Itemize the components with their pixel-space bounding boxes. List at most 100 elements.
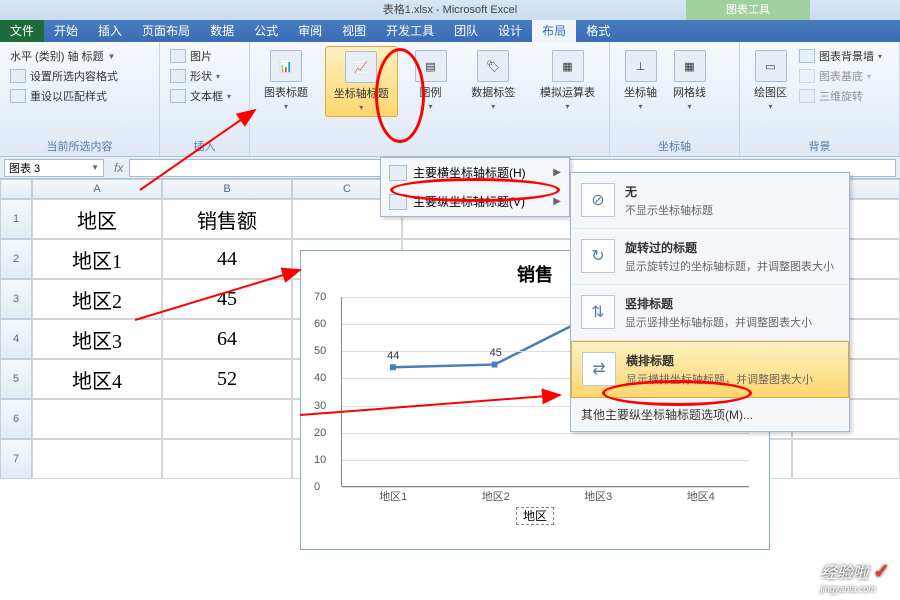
row-header[interactable]: 4 <box>0 319 32 359</box>
flyout-none-title: 无 <box>625 183 713 200</box>
format-selection-label: 设置所选内容格式 <box>30 68 118 84</box>
select-all-corner[interactable] <box>0 179 32 199</box>
cell[interactable]: 地区4 <box>32 359 162 399</box>
axis-titles-icon: 📈 <box>345 51 377 83</box>
chart-wall-button[interactable]: 图表背景墙▾ <box>795 46 886 66</box>
shapes-icon <box>170 69 186 83</box>
insert-textbox-button[interactable]: 文本框▾ <box>166 86 243 106</box>
cell[interactable] <box>32 439 162 479</box>
format-selection-button[interactable]: 设置所选内容格式 <box>6 66 153 86</box>
gridlines-icon: ▦ <box>674 50 706 82</box>
chevron-down-icon: ▾ <box>359 103 363 112</box>
axis-titles-button[interactable]: 📈坐标轴标题▾ <box>325 46 398 117</box>
rotation-3d-button[interactable]: 三维旋转 <box>795 86 886 106</box>
chevron-down-icon: ▾ <box>768 102 772 111</box>
chart-title-button[interactable]: 📊 图表标题 ▾ <box>256 46 316 115</box>
legend-button[interactable]: ▤图例▾ <box>407 46 455 115</box>
fx-label[interactable]: fx <box>108 161 129 175</box>
flyout-vertical[interactable]: ⇅ 竖排标题 显示竖排坐标轴标题，并调整图表大小 <box>571 285 849 341</box>
flyout-rotated[interactable]: ↻ 旋转过的标题 显示旋转过的坐标轴标题，并调整图表大小 <box>571 229 849 285</box>
tab-page-layout[interactable]: 页面布局 <box>132 19 200 42</box>
submenu-vertical-axis-title[interactable]: 主要纵坐标轴标题(V) ▶ <box>381 187 569 216</box>
col-header[interactable]: B <box>162 179 292 199</box>
data-table-button[interactable]: ▦模拟运算表▾ <box>532 46 603 115</box>
tab-home[interactable]: 开始 <box>44 19 88 42</box>
col-header[interactable]: A <box>32 179 162 199</box>
cell[interactable]: 45 <box>162 279 292 319</box>
tab-format[interactable]: 格式 <box>576 19 620 42</box>
plot-area-icon: ▭ <box>755 50 787 82</box>
cell[interactable] <box>792 439 900 479</box>
reset-style-button[interactable]: 重设以匹配样式 <box>6 86 153 106</box>
selection-dropdown[interactable]: 水平 (类别) 轴 标题 ▼ <box>6 46 153 66</box>
tab-review[interactable]: 审阅 <box>288 19 332 42</box>
tab-design[interactable]: 设计 <box>488 19 532 42</box>
cell[interactable]: 地区1 <box>32 239 162 279</box>
chart-wall-icon <box>799 49 815 63</box>
cell[interactable]: 地区2 <box>32 279 162 319</box>
cell[interactable] <box>32 399 162 439</box>
tab-data[interactable]: 数据 <box>200 19 244 42</box>
row-header[interactable]: 2 <box>0 239 32 279</box>
window-title: 表格1.xlsx - Microsoft Excel <box>383 4 517 16</box>
flyout-vertical-desc: 显示竖排坐标轴标题，并调整图表大小 <box>625 314 812 330</box>
cell[interactable] <box>162 439 292 479</box>
flyout-rotated-desc: 显示旋转过的坐标轴标题，并调整图表大小 <box>625 258 834 274</box>
legend-label: 图例 <box>420 84 442 100</box>
row-header[interactable]: 3 <box>0 279 32 319</box>
group-insert-label: 插入 <box>166 136 243 154</box>
picture-icon <box>170 49 186 63</box>
chevron-down-icon: ▾ <box>867 72 871 81</box>
tab-layout[interactable]: 布局 <box>532 19 576 42</box>
cell[interactable]: 地区3 <box>32 319 162 359</box>
group-selection-label: 当前所选内容 <box>6 136 153 154</box>
cell[interactable]: 64 <box>162 319 292 359</box>
rotation-3d-label: 三维旋转 <box>819 88 863 104</box>
gridlines-button[interactable]: ▦网格线▾ <box>665 46 714 115</box>
tab-file[interactable]: 文件 <box>0 19 44 42</box>
plot-area-button[interactable]: ▭绘图区▾ <box>746 46 795 115</box>
ribbon-tabs: 文件 开始 插入 页面布局 数据 公式 审阅 视图 开发工具 团队 设计 布局 … <box>0 20 900 42</box>
chart-tools-label: 图表工具 <box>686 0 810 20</box>
flyout-none[interactable]: ⊘ 无 不显示坐标轴标题 <box>571 173 849 229</box>
row-header[interactable]: 7 <box>0 439 32 479</box>
tab-team[interactable]: 团队 <box>444 19 488 42</box>
chevron-down-icon: ▾ <box>284 102 288 111</box>
watermark: 经验啦 ✓ jingyanla.com <box>821 559 890 594</box>
submenu-horizontal-axis-title[interactable]: 主要横坐标轴标题(H) ▶ <box>381 158 569 187</box>
chart-title-icon: 📊 <box>270 50 302 82</box>
chart-title-label: 图表标题 <box>264 84 308 100</box>
flyout-horizontal[interactable]: ⇄ 横排标题 显示横排坐标轴标题，并调整图表大小 <box>571 341 849 398</box>
cell[interactable]: 销售额 <box>162 199 292 239</box>
insert-shapes-button[interactable]: 形状▾ <box>166 66 243 86</box>
axes-button[interactable]: ⊥坐标轴▾ <box>616 46 665 115</box>
tab-formulas[interactable]: 公式 <box>244 19 288 42</box>
chart-floor-label: 图表基底 <box>819 68 863 84</box>
reset-style-icon <box>10 89 26 103</box>
cell[interactable] <box>162 399 292 439</box>
flyout-none-desc: 不显示坐标轴标题 <box>625 202 713 218</box>
cell[interactable]: 44 <box>162 239 292 279</box>
axes-icon: ⊥ <box>625 50 657 82</box>
axes-label: 坐标轴 <box>624 84 657 100</box>
row-header[interactable]: 6 <box>0 399 32 439</box>
tab-insert[interactable]: 插入 <box>88 19 132 42</box>
insert-picture-button[interactable]: 图片 <box>166 46 243 66</box>
cell[interactable]: 地区 <box>32 199 162 239</box>
flyout-more-options[interactable]: 其他主要纵坐标轴标题选项(M)... <box>571 398 849 431</box>
textbox-icon <box>170 89 186 103</box>
flyout-vertical-title: 竖排标题 <box>625 295 812 312</box>
watermark-sub: jingyanla.com <box>821 584 890 594</box>
textbox-label: 文本框 <box>190 88 223 104</box>
row-header[interactable]: 1 <box>0 199 32 239</box>
tab-developer[interactable]: 开发工具 <box>376 19 444 42</box>
chart-floor-button[interactable]: 图表基底 ▾ <box>795 66 886 86</box>
cell[interactable]: 52 <box>162 359 292 399</box>
horizontal-axis-icon <box>389 165 407 181</box>
name-box[interactable]: 图表 3 ▼ <box>4 159 104 177</box>
row-header[interactable]: 5 <box>0 359 32 399</box>
tab-view[interactable]: 视图 <box>332 19 376 42</box>
submenu-horizontal-label: 主要横坐标轴标题(H) <box>413 164 526 181</box>
group-background-label: 背景 <box>746 136 893 154</box>
data-labels-button[interactable]: 🏷数据标签▾ <box>463 46 523 115</box>
